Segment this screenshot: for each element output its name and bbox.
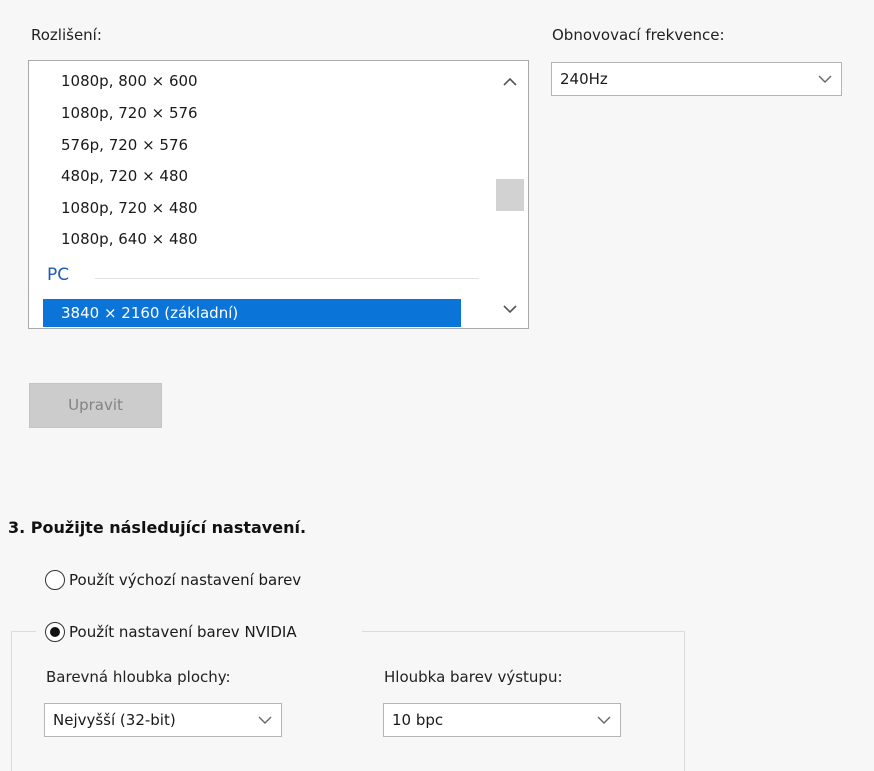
chevron-down-icon [815,63,835,95]
list-item[interactable]: 1080p, 720 × 480 [43,194,461,222]
resolution-label: Rozlišení: [31,26,102,44]
list-group-divider [95,278,479,279]
desktop-color-depth-value: Nejvyšší (32-bit) [53,711,176,729]
scroll-down-icon[interactable] [492,296,528,322]
list-item[interactable]: 1080p, 800 × 600 [43,67,461,95]
list-item[interactable]: 1080p, 640 × 480 [43,225,461,253]
radio-default-label: Použít výchozí nastavení barev [69,571,302,589]
radio-checked-icon[interactable] [45,622,65,642]
output-color-depth-label: Hloubka barev výstupu: [384,668,563,686]
radio-nvidia-colors[interactable]: Použít nastavení barev NVIDIA [45,622,297,642]
chevron-down-icon [255,704,275,736]
desktop-color-depth-dropdown[interactable]: Nejvyšší (32-bit) [44,703,282,737]
nvidia-color-settings-group [11,631,685,771]
refresh-rate-label: Obnovovací frekvence: [552,26,725,44]
list-item[interactable]: 480p, 720 × 480 [43,162,461,190]
list-group-header-pc: PC [47,265,70,285]
radio-unchecked-icon[interactable] [45,570,65,590]
scroll-thumb[interactable] [496,179,524,211]
chevron-down-icon [594,704,614,736]
radio-default-colors[interactable]: Použít výchozí nastavení barev [45,570,301,590]
desktop-color-depth-label: Barevná hloubka plochy: [46,668,231,686]
resolution-listbox[interactable]: 1080p, 800 × 600 1080p, 720 × 576 576p, … [28,60,529,329]
radio-nvidia-label: Použít nastavení barev NVIDIA [69,623,297,641]
resolution-scrollbar[interactable] [492,61,528,328]
edit-button[interactable]: Upravit [29,383,162,428]
resolution-list: 1080p, 800 × 600 1080p, 720 × 576 576p, … [29,61,492,328]
refresh-rate-dropdown[interactable]: 240Hz [551,62,842,96]
output-color-depth-dropdown[interactable]: 10 bpc [383,703,621,737]
section-title: 3. Použijte následující nastavení. [8,518,307,537]
list-item-selected[interactable]: 3840 × 2160 (základní) [43,299,461,327]
scroll-up-icon[interactable] [492,69,528,95]
list-item[interactable]: 576p, 720 × 576 [43,131,461,159]
output-color-depth-value: 10 bpc [392,711,444,729]
refresh-rate-value: 240Hz [560,70,608,88]
list-item[interactable]: 1080p, 720 × 576 [43,99,461,127]
